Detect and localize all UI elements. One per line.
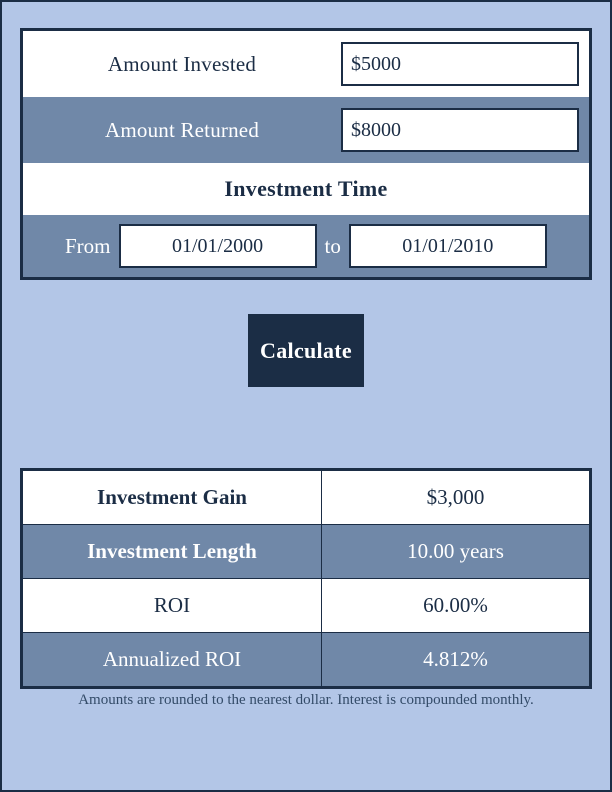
amount-invested-label: Amount Invested xyxy=(107,51,257,76)
investment-time-header: Investment Time xyxy=(224,176,388,201)
table-row: Investment Length 10.00 years xyxy=(21,524,591,579)
results-table-body: Investment Gain $3,000 Investment Length… xyxy=(21,469,591,688)
investment-date-range-row: From to xyxy=(23,215,589,277)
amount-returned-row: Amount Returned xyxy=(23,97,589,163)
amount-returned-label: Amount Returned xyxy=(104,117,260,142)
calculate-button[interactable]: Calculate xyxy=(248,314,364,387)
result-value-annualized-roi: 4.812% xyxy=(321,632,591,688)
calculator-page: Amount Invested Amount Returned Investme… xyxy=(2,2,610,790)
amount-invested-row: Amount Invested xyxy=(23,31,589,97)
start-date-input[interactable] xyxy=(118,224,317,268)
result-label-roi: ROI xyxy=(21,578,322,633)
result-label-annualized-roi: Annualized ROI xyxy=(21,632,322,688)
result-value-investment-gain: $3,000 xyxy=(321,469,591,525)
table-row: Annualized ROI 4.812% xyxy=(21,632,591,688)
calculate-button-container: Calculate xyxy=(2,314,610,387)
result-value-investment-length: 10.00 years xyxy=(321,524,591,579)
investment-input-form: Amount Invested Amount Returned Investme… xyxy=(20,28,592,280)
result-label-investment-length: Investment Length xyxy=(21,524,322,579)
result-label-investment-gain: Investment Gain xyxy=(21,469,322,525)
to-label: to xyxy=(324,233,341,258)
results-table: Investment Gain $3,000 Investment Length… xyxy=(20,468,592,689)
footnote-text: Amounts are rounded to the nearest dolla… xyxy=(78,692,534,708)
amount-returned-input[interactable] xyxy=(341,108,579,152)
from-label: From xyxy=(65,233,111,258)
table-row: Investment Gain $3,000 xyxy=(21,469,591,525)
table-row: ROI 60.00% xyxy=(21,578,591,633)
investment-time-header-row: Investment Time xyxy=(23,163,589,215)
amount-invested-input[interactable] xyxy=(341,42,579,86)
result-value-roi: 60.00% xyxy=(321,578,591,633)
end-date-input[interactable] xyxy=(348,224,547,268)
